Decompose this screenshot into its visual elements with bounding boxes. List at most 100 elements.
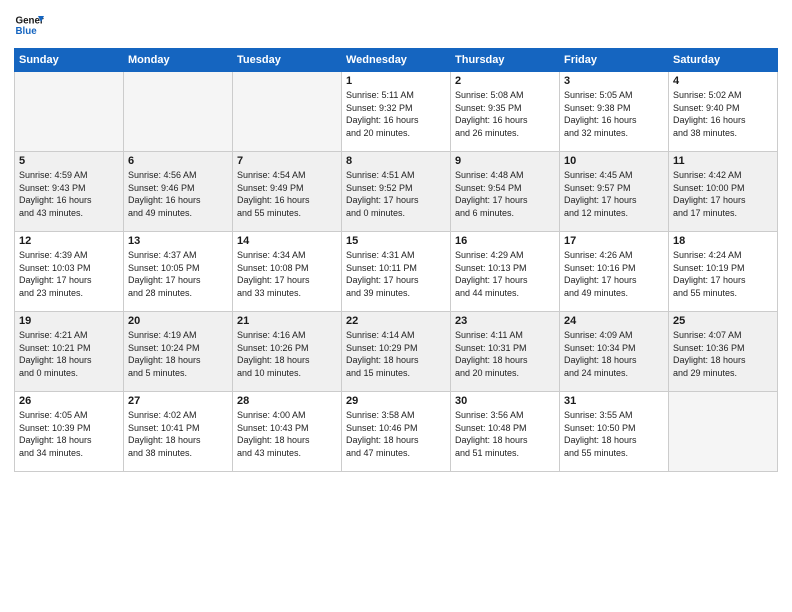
day-number: 27 <box>128 395 228 407</box>
calendar-cell: 3 Sunrise: 5:05 AM Sunset: 9:38 PM Daylig… <box>560 72 669 152</box>
day-number: 6 <box>128 155 228 167</box>
weekday-header-monday: Monday <box>124 49 233 72</box>
week-row-4: 19Sunrise: 4:21 AM Sunset: 10:21 PM Dayl… <box>15 312 778 392</box>
day-number: 2 <box>455 75 555 87</box>
calendar-cell: 14Sunrise: 4:34 AM Sunset: 10:08 PM Dayl… <box>233 232 342 312</box>
calendar-cell: 29 Sunrise: 3:58 AM Sunset: 10:46 PM Dayl… <box>342 392 451 472</box>
svg-text:Blue: Blue <box>16 26 38 37</box>
day-number: 9 <box>455 155 555 167</box>
header: General Blue <box>14 10 778 40</box>
weekday-header-wednesday: Wednesday <box>342 49 451 72</box>
day-info: Sunrise: 4:48 AM Sunset: 9:54 PM Dayligh… <box>455 169 555 219</box>
calendar-table: SundayMondayTuesdayWednesdayThursdayFrid… <box>14 48 778 472</box>
day-number: 18 <box>673 235 773 247</box>
day-number: 20 <box>128 315 228 327</box>
day-info: Sunrise: 4:14 AM Sunset: 10:29 PM Daylig… <box>346 329 446 379</box>
calendar-cell: 5Sunrise: 4:59 AM Sunset: 9:43 PM Daylig… <box>15 152 124 232</box>
calendar-cell: 19Sunrise: 4:21 AM Sunset: 10:21 PM Dayl… <box>15 312 124 392</box>
day-info: Sunrise: 5:08 AM Sunset: 9:35 PM Dayligh… <box>455 89 555 139</box>
day-number: 8 <box>346 155 446 167</box>
day-number: 16 <box>455 235 555 247</box>
weekday-header-sunday: Sunday <box>15 49 124 72</box>
day-info: Sunrise: 3:58 AM Sunset: 10:46 PM Daylig… <box>346 409 446 459</box>
calendar-cell: 6 Sunrise: 4:56 AM Sunset: 9:46 PM Daylig… <box>124 152 233 232</box>
week-row-3: 12 Sunrise: 4:39 AM Sunset: 10:03 PM Dayl… <box>15 232 778 312</box>
day-number: 12 <box>19 235 119 247</box>
day-number: 10 <box>564 155 664 167</box>
day-number: 7 <box>237 155 337 167</box>
calendar-cell: 9 Sunrise: 4:48 AM Sunset: 9:54 PM Daylig… <box>451 152 560 232</box>
day-info: Sunrise: 4:19 AM Sunset: 10:24 PM Daylig… <box>128 329 228 379</box>
weekday-header-friday: Friday <box>560 49 669 72</box>
day-info: Sunrise: 4:05 AM Sunset: 10:39 PM Daylig… <box>19 409 119 459</box>
logo-icon: General Blue <box>14 10 44 40</box>
day-info: Sunrise: 3:55 AM Sunset: 10:50 PM Daylig… <box>564 409 664 459</box>
calendar-cell: 11 Sunrise: 4:42 AM Sunset: 10:00 PM Dayl… <box>669 152 778 232</box>
day-number: 4 <box>673 75 773 87</box>
day-info: Sunrise: 4:51 AM Sunset: 9:52 PM Dayligh… <box>346 169 446 219</box>
day-info: Sunrise: 4:02 AM Sunset: 10:41 PM Daylig… <box>128 409 228 459</box>
day-info: Sunrise: 5:11 AM Sunset: 9:32 PM Dayligh… <box>346 89 446 139</box>
day-info: Sunrise: 4:07 AM Sunset: 10:36 PM Daylig… <box>673 329 773 379</box>
day-number: 26 <box>19 395 119 407</box>
calendar-cell: 2 Sunrise: 5:08 AM Sunset: 9:35 PM Daylig… <box>451 72 560 152</box>
calendar-cell: 24 Sunrise: 4:09 AM Sunset: 10:34 PM Dayl… <box>560 312 669 392</box>
calendar-cell: 31 Sunrise: 3:55 AM Sunset: 10:50 PM Dayl… <box>560 392 669 472</box>
day-number: 24 <box>564 315 664 327</box>
day-info: Sunrise: 4:31 AM Sunset: 10:11 PM Daylig… <box>346 249 446 299</box>
day-info: Sunrise: 4:16 AM Sunset: 10:26 PM Daylig… <box>237 329 337 379</box>
week-row-2: 5Sunrise: 4:59 AM Sunset: 9:43 PM Daylig… <box>15 152 778 232</box>
calendar-cell: 17Sunrise: 4:26 AM Sunset: 10:16 PM Dayl… <box>560 232 669 312</box>
day-number: 11 <box>673 155 773 167</box>
day-info: Sunrise: 4:34 AM Sunset: 10:08 PM Daylig… <box>237 249 337 299</box>
day-info: Sunrise: 4:39 AM Sunset: 10:03 PM Daylig… <box>19 249 119 299</box>
day-info: Sunrise: 5:05 AM Sunset: 9:38 PM Dayligh… <box>564 89 664 139</box>
day-number: 21 <box>237 315 337 327</box>
day-info: Sunrise: 4:37 AM Sunset: 10:05 PM Daylig… <box>128 249 228 299</box>
calendar-cell: 8 Sunrise: 4:51 AM Sunset: 9:52 PM Daylig… <box>342 152 451 232</box>
day-number: 28 <box>237 395 337 407</box>
calendar-cell: 7 Sunrise: 4:54 AM Sunset: 9:49 PM Daylig… <box>233 152 342 232</box>
calendar-cell: 21 Sunrise: 4:16 AM Sunset: 10:26 PM Dayl… <box>233 312 342 392</box>
day-number: 19 <box>19 315 119 327</box>
day-info: Sunrise: 5:02 AM Sunset: 9:40 PM Dayligh… <box>673 89 773 139</box>
day-number: 29 <box>346 395 446 407</box>
day-info: Sunrise: 4:09 AM Sunset: 10:34 PM Daylig… <box>564 329 664 379</box>
day-number: 15 <box>346 235 446 247</box>
day-number: 25 <box>673 315 773 327</box>
day-info: Sunrise: 4:45 AM Sunset: 9:57 PM Dayligh… <box>564 169 664 219</box>
day-number: 1 <box>346 75 446 87</box>
calendar-cell <box>233 72 342 152</box>
calendar-cell: 27 Sunrise: 4:02 AM Sunset: 10:41 PM Dayl… <box>124 392 233 472</box>
day-info: Sunrise: 4:54 AM Sunset: 9:49 PM Dayligh… <box>237 169 337 219</box>
day-info: Sunrise: 3:56 AM Sunset: 10:48 PM Daylig… <box>455 409 555 459</box>
calendar-cell <box>669 392 778 472</box>
calendar-cell: 25 Sunrise: 4:07 AM Sunset: 10:36 PM Dayl… <box>669 312 778 392</box>
day-info: Sunrise: 4:11 AM Sunset: 10:31 PM Daylig… <box>455 329 555 379</box>
weekday-header-thursday: Thursday <box>451 49 560 72</box>
day-number: 17 <box>564 235 664 247</box>
day-info: Sunrise: 4:24 AM Sunset: 10:19 PM Daylig… <box>673 249 773 299</box>
page: General Blue SundayMondayTuesdayWednesda… <box>0 0 792 612</box>
day-info: Sunrise: 4:29 AM Sunset: 10:13 PM Daylig… <box>455 249 555 299</box>
calendar-cell: 15 Sunrise: 4:31 AM Sunset: 10:11 PM Dayl… <box>342 232 451 312</box>
calendar-cell: 12 Sunrise: 4:39 AM Sunset: 10:03 PM Dayl… <box>15 232 124 312</box>
calendar-cell: 30 Sunrise: 3:56 AM Sunset: 10:48 PM Dayl… <box>451 392 560 472</box>
calendar-cell: 20 Sunrise: 4:19 AM Sunset: 10:24 PM Dayl… <box>124 312 233 392</box>
weekday-header-tuesday: Tuesday <box>233 49 342 72</box>
calendar-cell: 10 Sunrise: 4:45 AM Sunset: 9:57 PM Dayli… <box>560 152 669 232</box>
week-row-1: 1 Sunrise: 5:11 AM Sunset: 9:32 PM Daylig… <box>15 72 778 152</box>
day-number: 31 <box>564 395 664 407</box>
day-number: 22 <box>346 315 446 327</box>
day-info: Sunrise: 4:59 AM Sunset: 9:43 PM Dayligh… <box>19 169 119 219</box>
calendar-cell: 26 Sunrise: 4:05 AM Sunset: 10:39 PM Dayl… <box>15 392 124 472</box>
day-number: 30 <box>455 395 555 407</box>
day-info: Sunrise: 4:00 AM Sunset: 10:43 PM Daylig… <box>237 409 337 459</box>
day-info: Sunrise: 4:42 AM Sunset: 10:00 PM Daylig… <box>673 169 773 219</box>
week-row-5: 26 Sunrise: 4:05 AM Sunset: 10:39 PM Dayl… <box>15 392 778 472</box>
day-number: 3 <box>564 75 664 87</box>
calendar-cell: 4 Sunrise: 5:02 AM Sunset: 9:40 PM Daylig… <box>669 72 778 152</box>
calendar-cell <box>124 72 233 152</box>
day-info: Sunrise: 4:56 AM Sunset: 9:46 PM Dayligh… <box>128 169 228 219</box>
day-number: 23 <box>455 315 555 327</box>
